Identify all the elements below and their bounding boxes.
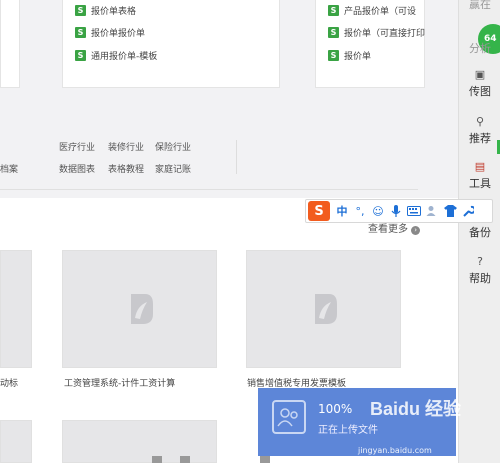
template-link[interactable]: S 报价单表格 [75,3,136,17]
skin-tshirt-icon[interactable] [442,201,458,221]
status-bar [150,455,450,463]
category-link[interactable]: 装修行业 [108,140,144,153]
sidebar-item-top[interactable]: 赢在 [459,0,500,12]
punctuation-toggle[interactable]: °, [352,201,368,221]
category-strip: 档案 医疗行业 装修行业 保险行业 数据图表 表格教程 家庭记账 [0,120,418,190]
keyboard-icon[interactable] [406,201,422,221]
wps-logo-icon [130,294,153,324]
sidebar-item-recommend[interactable]: ⚲ 推荐 [459,115,500,146]
template-caption[interactable]: 工资管理系统-计件工资计算 [64,376,175,389]
emoji-icon[interactable]: ☺ [370,201,386,221]
toolbox-icon: ▤ [474,160,486,173]
template-link[interactable]: S 产品报价单（可设 [328,3,416,17]
spreadsheet-icon: S [328,49,339,61]
template-link[interactable]: S 报价单报价单 [75,25,145,39]
category-link[interactable]: 数据图表 [59,162,95,175]
sogou-logo-icon[interactable]: S [308,201,330,221]
spreadsheet-icon: S [75,49,86,61]
template-card-left[interactable] [0,0,20,88]
spreadsheet-icon: S [75,26,86,38]
chevron-right-icon: › [411,226,421,235]
upload-message: 正在上传文件 [318,425,378,436]
view-icon[interactable] [180,456,190,463]
template-caption[interactable]: 动标 [0,376,18,389]
sidebar-item-help[interactable]: ? 帮助 [459,255,500,286]
view-icon[interactable] [152,456,162,463]
template-thumbnail[interactable] [62,250,217,368]
wps-logo-icon [314,294,337,324]
category-link[interactable]: 医疗行业 [59,140,95,153]
category-link[interactable]: 档案 [0,162,18,175]
spreadsheet-icon: S [75,4,86,16]
template-card-right[interactable]: S 产品报价单（可设 S 报价单（可直接打印 S 报价单 [315,0,425,88]
sidebar-item-upload-image[interactable]: ▣ 传图 [459,68,500,99]
template-thumbnail[interactable] [0,420,32,463]
category-link[interactable]: 保险行业 [155,140,191,153]
sidebar-item-analysis[interactable]: 分析 [459,40,500,56]
upload-percent: 100% [318,402,353,416]
template-thumbnail[interactable] [246,250,401,368]
category-link[interactable]: 家庭记账 [155,162,191,175]
baidu-watermark: Baidu 经验 [370,399,462,419]
template-link[interactable]: S 通用报价单-模板 [75,48,157,62]
ime-toolbar[interactable]: S 中 °, ☺ [305,199,493,223]
category-link[interactable]: 表格教程 [108,162,144,175]
baidu-watermark-url: jingyan.baidu.com [358,446,432,455]
language-mode-toggle[interactable]: 中 [334,201,350,221]
template-link[interactable]: S 报价单（可直接打印 [328,25,425,39]
upload-file-icon [272,400,306,434]
spreadsheet-icon: S [328,4,339,16]
right-sidebar: 赢在 64 分析 ▣ 传图 ⚲ 推荐 ▤ 工具 备份 ? 帮助 [458,0,500,463]
image-upload-icon: ▣ [474,68,486,81]
top-template-area: S 报价单表格 S 报价单报价单 S 通用报价单-模板 S 产品报价单（可设 S… [0,0,458,95]
microphone-icon[interactable] [388,201,404,221]
user-icon[interactable] [424,201,440,221]
template-thumbnail[interactable] [0,250,32,368]
spreadsheet-icon: S [328,26,339,38]
view-icon[interactable] [260,456,270,463]
pin-icon: ⚲ [475,115,485,128]
template-card-middle[interactable]: S 报价单表格 S 报价单报价单 S 通用报价单-模板 [62,0,280,88]
sidebar-item-tools[interactable]: ▤ 工具 [459,160,500,191]
divider [236,140,237,174]
help-icon: ? [477,255,483,268]
wrench-settings-icon[interactable] [460,201,476,221]
template-link[interactable]: S 报价单 [328,48,371,62]
sidebar-item-backup[interactable]: 备份 [459,224,500,240]
